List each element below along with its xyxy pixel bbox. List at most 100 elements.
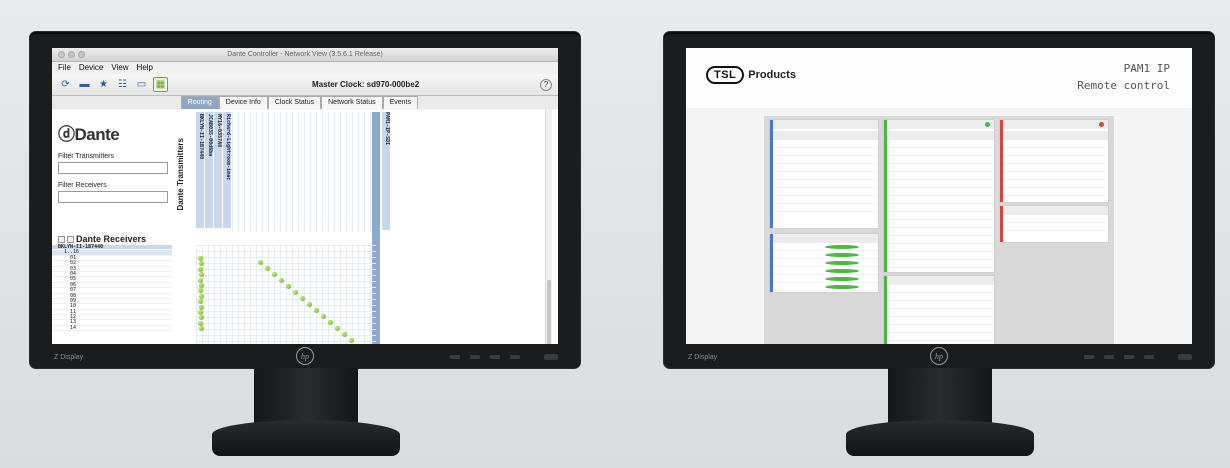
tx-device-column[interactable]: BKLYN-II-1B7440 — [196, 112, 205, 228]
tx-device-column[interactable]: Richard-Lightroom-imac — [223, 112, 232, 228]
scrollbar-thumb[interactable] — [547, 280, 551, 344]
subscription-dot[interactable] — [321, 314, 326, 319]
tx-device-column[interactable]: JCAB035-00d6ba — [205, 112, 214, 228]
routing-grid[interactable] — [196, 245, 376, 344]
menu-device[interactable]: Device — [79, 62, 103, 74]
subscription-dot[interactable] — [198, 266, 203, 272]
monitor-icon[interactable]: ▭ — [134, 77, 149, 92]
vertical-scrollbar[interactable] — [545, 110, 552, 344]
subscription-dot[interactable] — [307, 302, 312, 307]
sdi-row — [887, 148, 994, 156]
tx-device-column-extra[interactable]: PAM1-IP-SDI — [382, 112, 390, 230]
sdi-row — [887, 236, 994, 244]
sdi-row — [887, 140, 994, 148]
subscription-dot[interactable] — [198, 320, 203, 326]
tx-device-column[interactable]: MY16-0357A8 — [214, 112, 223, 228]
power-button[interactable] — [544, 354, 558, 360]
status-row — [773, 204, 878, 212]
status-panel — [770, 120, 878, 228]
tsl-logo: TSL Products — [706, 66, 796, 84]
sdi-row — [887, 172, 994, 180]
tab-network-status[interactable]: Network Status — [321, 96, 383, 109]
subscription-dot[interactable] — [300, 296, 305, 301]
subscription-dot[interactable] — [286, 284, 291, 289]
transmitters-heading: Dante Transmitters — [176, 138, 185, 211]
subscription-dot[interactable] — [342, 332, 347, 337]
subscription-dot[interactable] — [265, 266, 270, 271]
expand-all-icon[interactable] — [58, 235, 65, 243]
tab-routing[interactable]: Routing — [180, 96, 219, 109]
subscription-dot[interactable] — [198, 310, 203, 315]
hp-logo: hp — [296, 347, 314, 365]
transmitter-columns: BKLYN-II-1B7440 JCAB035-00d6ba MY16-0357… — [196, 112, 232, 232]
subscriptions-header-row — [887, 285, 994, 293]
title-line2: Remote control — [1077, 79, 1170, 92]
filter-receivers-input[interactable] — [58, 191, 168, 203]
subscription-dot[interactable] — [335, 326, 340, 331]
network-icon[interactable]: ☷ — [115, 77, 130, 92]
hp-logo: hp — [930, 347, 948, 365]
page-title: PAM1 IP Remote control — [1077, 62, 1170, 92]
subscription-row — [887, 309, 994, 317]
subscriptions-header-row — [1003, 215, 1108, 223]
window-title: Dante Controller - Network View (3.5.6.1… — [227, 51, 383, 58]
channel-row — [773, 275, 878, 283]
monitor-brand: Z Display — [688, 354, 718, 361]
subscription-dot[interactable] — [328, 320, 333, 325]
subscription-dot[interactable] — [272, 272, 277, 277]
left-monitor: Dante Controller - Network View (3.5.6.1… — [30, 32, 580, 368]
subscription-dot[interactable] — [199, 293, 204, 299]
power-button[interactable] — [1178, 354, 1192, 360]
subscription-dot[interactable] — [314, 308, 319, 313]
left-monitor-stand — [254, 368, 358, 426]
status-row — [773, 188, 878, 196]
collapse-all-icon[interactable] — [67, 235, 74, 243]
tab-device-info[interactable]: Device Info — [218, 96, 268, 109]
channels-panel — [770, 234, 878, 292]
star-icon[interactable]: ★ — [96, 77, 111, 92]
subscriptions-panel — [884, 276, 994, 344]
sdi-row — [887, 220, 994, 228]
sdi-row — [887, 188, 994, 196]
status-row — [773, 196, 878, 204]
subscription-dot[interactable] — [198, 277, 203, 283]
routing-view: ⓓDante Filter Transmitters Filter Receiv… — [52, 110, 558, 344]
subscription-dot[interactable] — [199, 304, 204, 310]
window-titlebar: Dante Controller - Network View (3.5.6.1… — [52, 48, 558, 62]
receivers-label: Dante Receivers — [76, 234, 147, 244]
subscription-row — [887, 333, 994, 341]
subscription-dot[interactable] — [279, 278, 284, 283]
menu-file[interactable]: File — [58, 62, 71, 74]
rx-channel-row[interactable]: 14 — [52, 325, 172, 332]
filter-transmitters-input[interactable] — [58, 162, 168, 174]
status-row — [773, 140, 878, 148]
subscription-dot[interactable] — [198, 256, 203, 261]
ip-row — [1003, 140, 1108, 148]
monitor-buttons[interactable] — [1084, 355, 1154, 359]
folder-icon[interactable]: ▬ — [77, 77, 92, 92]
right-monitor: TSL Products PAM1 IP Remote control Z Di… — [664, 32, 1214, 368]
tsl-header: TSL Products PAM1 IP Remote control — [686, 48, 1192, 108]
channel-row — [773, 283, 878, 291]
subscription-dot[interactable] — [199, 283, 204, 288]
grid-icon[interactable]: ▦ — [153, 77, 168, 92]
sdi-row — [887, 196, 994, 204]
menu-help[interactable]: Help — [137, 62, 153, 74]
sdi-row — [887, 252, 994, 260]
menu-view[interactable]: View — [111, 62, 128, 74]
monitor-brand: Z Display — [54, 354, 84, 361]
subscription-dot[interactable] — [258, 260, 263, 265]
help-button[interactable]: ? — [540, 78, 552, 91]
subscription-dot[interactable] — [349, 338, 354, 343]
subscription-row — [887, 293, 994, 301]
receivers-heading: Dante Receivers — [58, 234, 146, 244]
refresh-icon[interactable]: ⟳ — [58, 77, 73, 92]
subscription-dot[interactable] — [293, 290, 298, 295]
window-controls[interactable] — [58, 51, 85, 58]
monitor-buttons[interactable] — [450, 355, 520, 359]
tab-events[interactable]: Events — [382, 96, 418, 109]
panel-header — [773, 120, 878, 129]
panel-header — [773, 234, 878, 243]
tab-clock-status[interactable]: Clock Status — [267, 96, 322, 109]
title-line1: PAM1 IP — [1123, 62, 1170, 75]
